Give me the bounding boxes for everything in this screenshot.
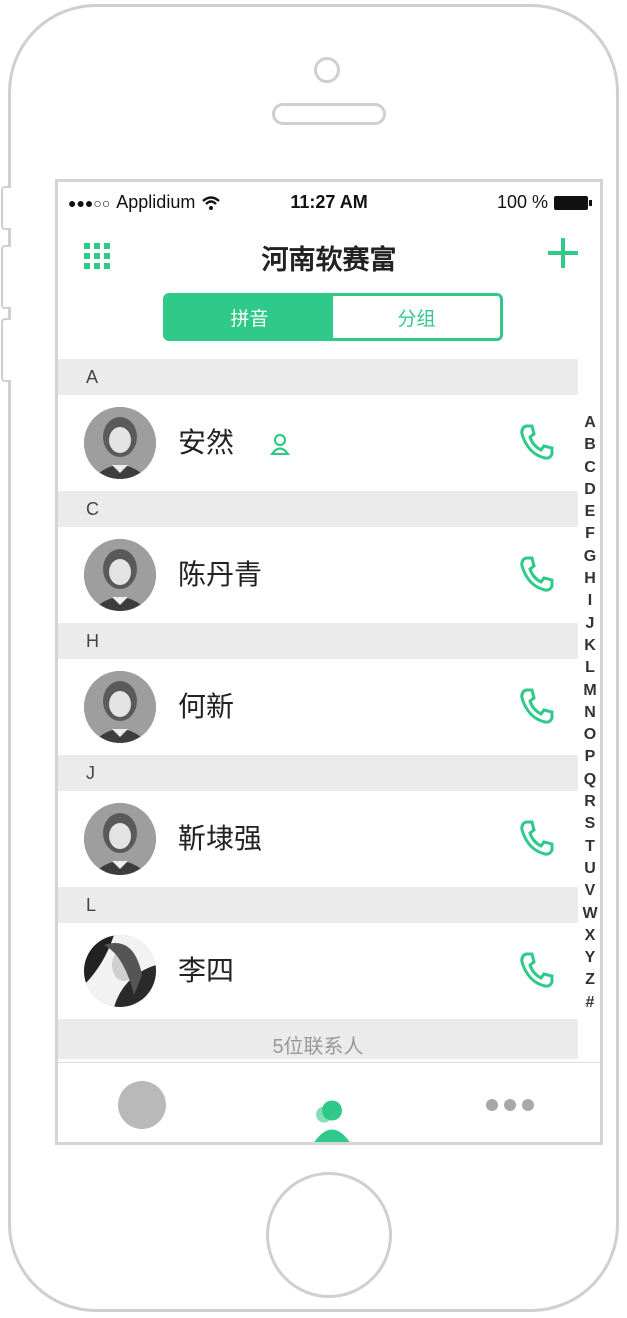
screen: ●●●○○ Applidium 11:27 AM 100 % 河南软赛富 拼音 … [55,179,603,1145]
battery-percent: 100 % [496,192,548,212]
section-header-l: L [58,887,578,923]
contacts-icon[interactable] [306,1079,354,1145]
contact-name: 李四 [178,955,235,986]
index-letter[interactable]: Q [580,769,600,791]
contact-list[interactable]: A 安然 C 陈丹青 H 何新 J 靳埭强 L 李四 5位联系人 [58,359,578,1062]
contact-row[interactable]: 陈丹青 [58,527,578,623]
section-header-h: H [58,623,578,659]
contact-name: 安然 [178,427,235,458]
user-badge-icon [270,433,290,455]
index-letter[interactable]: L [580,657,600,679]
volume-up-button [1,245,11,309]
contact-row[interactable]: 何新 [58,659,578,755]
index-letter[interactable]: V [580,880,600,902]
index-letter[interactable]: Y [580,947,600,969]
avatar [84,407,156,479]
contact-name: 何新 [178,691,235,722]
avatar [84,803,156,875]
contact-row[interactable]: 安然 [58,395,578,491]
index-letter[interactable]: T [580,836,600,858]
section-header-a: A [58,359,578,395]
contact-row[interactable]: 靳埭强 [58,791,578,887]
avatar [84,539,156,611]
index-letter[interactable]: X [580,925,600,947]
contact-row[interactable]: 李四 [58,923,578,1019]
status-bar: ●●●○○ Applidium 11:27 AM 100 % [58,182,600,224]
tab-bar [58,1062,600,1145]
index-letter[interactable]: # [580,992,600,1014]
index-letter[interactable]: W [580,903,600,925]
home-button[interactable] [266,1172,392,1298]
call-phone-icon[interactable] [518,422,556,462]
front-camera [314,57,340,83]
index-letter[interactable]: E [580,501,600,523]
contact-name: 陈丹青 [178,559,263,590]
index-letter[interactable]: D [580,479,600,501]
nav-bar: 河南软赛富 [58,226,600,282]
call-phone-icon[interactable] [518,554,556,594]
index-letter[interactable]: U [580,858,600,880]
battery-icon [554,195,592,210]
index-letter[interactable]: N [580,702,600,724]
avatar-photo [84,935,156,1007]
phone-frame: ●●●○○ Applidium 11:27 AM 100 % 河南软赛富 拼音 … [8,4,619,1312]
alphabet-index[interactable]: A B C D E F G H I J K L M N O P Q R S T U V W X Y Z # [580,412,600,1014]
call-phone-icon[interactable] [518,950,556,990]
section-header-j: J [58,755,578,791]
index-letter[interactable]: C [580,457,600,479]
page-title: 河南软赛富 [261,245,397,275]
call-phone-icon[interactable] [518,818,556,858]
index-letter[interactable]: O [580,724,600,746]
index-letter[interactable]: F [580,523,600,545]
speaker-grille [272,103,386,125]
more-icon[interactable] [486,1099,534,1142]
index-letter[interactable]: I [580,590,600,612]
index-letter[interactable]: K [580,635,600,657]
avatar [84,671,156,743]
index-letter[interactable]: B [580,434,600,456]
contact-name: 靳埭强 [178,823,263,854]
index-letter[interactable]: R [580,791,600,813]
index-letter[interactable]: P [580,746,600,768]
call-phone-icon[interactable] [518,686,556,726]
segmented-control: 拼音 分组 [163,293,503,341]
index-letter[interactable]: J [580,613,600,635]
home-dot-icon[interactable] [118,1081,166,1129]
contact-count: 5位联系人 [58,1019,578,1059]
index-letter[interactable]: M [580,680,600,702]
mute-switch [1,186,11,230]
add-contact-plus-icon[interactable] [548,238,578,268]
segment-group[interactable]: 分组 [333,296,500,338]
index-letter[interactable]: G [580,546,600,568]
index-letter[interactable]: S [580,813,600,835]
index-letter[interactable]: A [580,412,600,434]
index-letter[interactable]: Z [580,969,600,991]
section-header-c: C [58,491,578,527]
volume-down-button [1,318,11,382]
segment-pinyin[interactable]: 拼音 [166,296,333,338]
index-letter[interactable]: H [580,568,600,590]
